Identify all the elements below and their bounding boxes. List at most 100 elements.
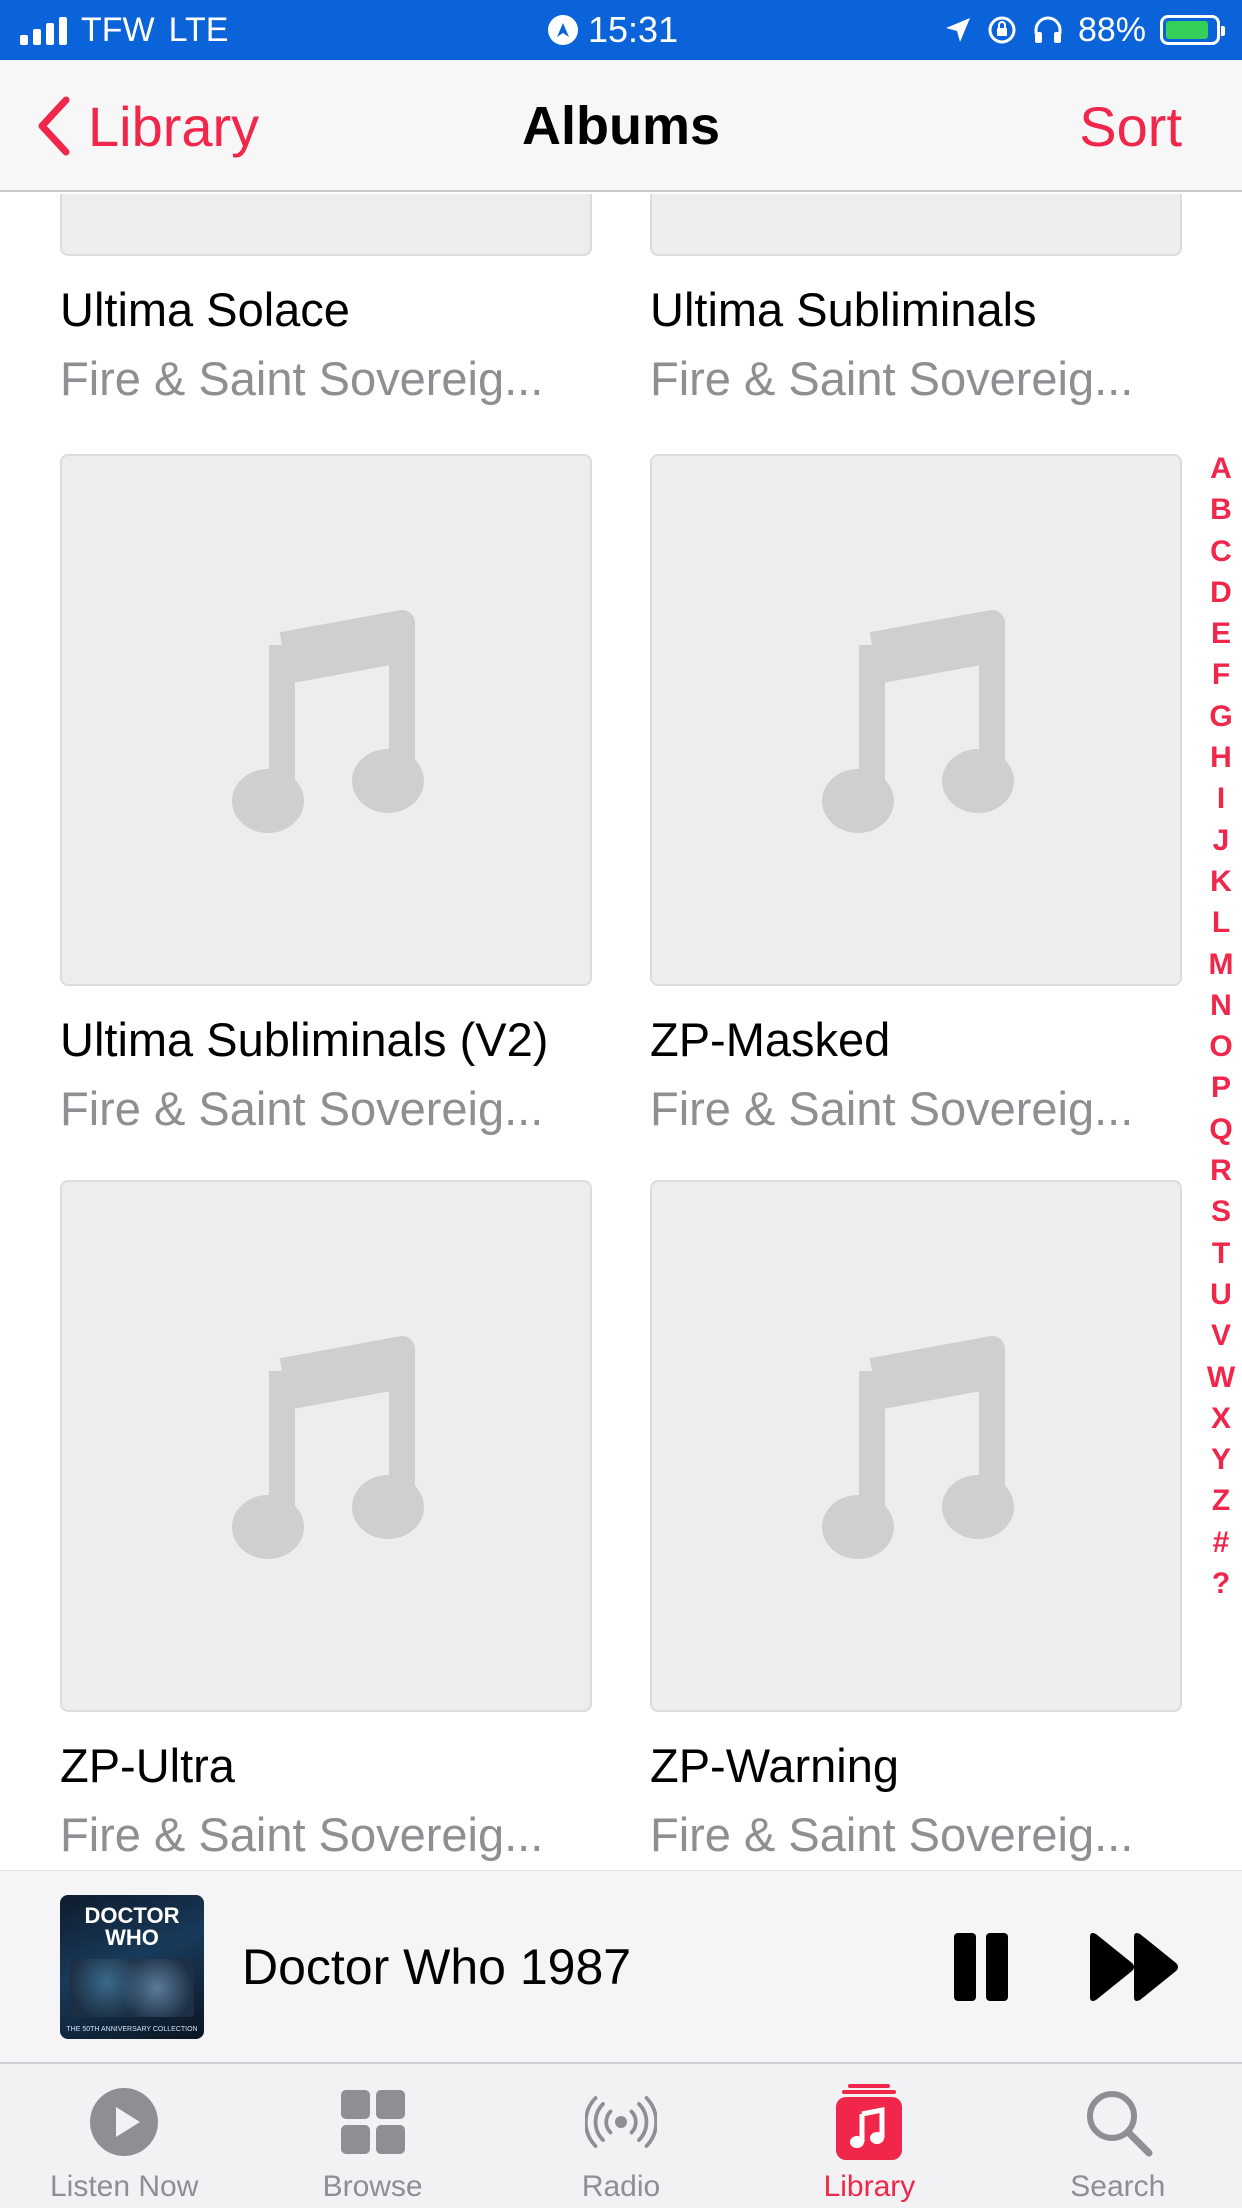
sort-button[interactable]: Sort: [1079, 60, 1182, 192]
status-center: 15:31: [548, 0, 678, 60]
navigation-icon: [548, 15, 578, 45]
music-note-icon: [822, 1336, 1014, 1559]
location-arrow-icon: [945, 18, 970, 42]
index-letter[interactable]: I: [1217, 778, 1225, 819]
artwork-caption: THE 50TH ANNIVERSARY COLLECTION: [66, 2026, 198, 2033]
radio-waves-icon: [585, 2086, 658, 2158]
album-art-placeholder: [650, 194, 1182, 256]
index-letter[interactable]: Q: [1209, 1109, 1232, 1150]
album-item[interactable]: Ultima Subliminals (V2) Fire & Saint Sov…: [60, 454, 592, 1136]
index-letter[interactable]: B: [1210, 489, 1232, 530]
index-letter[interactable]: Y: [1211, 1439, 1231, 1480]
library-music-icon: [833, 2084, 905, 2160]
album-artist: Fire & Saint Sovereig...: [60, 1808, 544, 1861]
index-letter[interactable]: T: [1212, 1233, 1230, 1274]
battery-icon: [1160, 15, 1225, 45]
album-item[interactable]: ZP-Masked Fire & Saint Sovereig...: [650, 454, 1182, 1136]
tab-label: Search: [1070, 2170, 1166, 2203]
index-letter[interactable]: M: [1209, 944, 1234, 985]
tab-radio[interactable]: Radio: [497, 2064, 745, 2208]
chevron-left-icon: [38, 96, 70, 156]
search-icon: [1082, 2086, 1154, 2158]
back-button[interactable]: Library: [36, 60, 259, 192]
battery-percent: 88%: [1077, 10, 1146, 49]
album-artist: Fire & Saint Sovereig...: [650, 352, 1134, 405]
album-art-placeholder: [60, 1180, 592, 1712]
artwork-logo: DOCTOR WHO: [84, 1903, 180, 1950]
index-letter[interactable]: E: [1211, 613, 1231, 654]
signal-icon: [20, 15, 67, 45]
index-letter[interactable]: H: [1210, 737, 1232, 778]
index-letter[interactable]: J: [1213, 820, 1230, 861]
album-item[interactable]: Ultima Solace Fire & Saint Sovereig...: [60, 194, 592, 406]
album-title: ZP-Warning: [650, 1739, 899, 1792]
status-bar: TFW LTE 15:31 88%: [0, 0, 1242, 60]
mini-player[interactable]: DOCTOR WHO THE 50TH ANNIVERSARY COLLECTI…: [0, 1870, 1242, 2062]
tab-library[interactable]: Library: [745, 2064, 993, 2208]
index-letter[interactable]: G: [1209, 696, 1232, 737]
headphones-icon: [1034, 16, 1062, 43]
tab-browse[interactable]: Browse: [248, 2064, 496, 2208]
index-letter[interactable]: R: [1210, 1150, 1232, 1191]
forward-button[interactable]: [1086, 1931, 1182, 2003]
navigation-bar: Library Albums Sort: [0, 60, 1242, 192]
carrier-label: TFW: [81, 10, 155, 49]
index-letter[interactable]: X: [1211, 1398, 1231, 1439]
album-art-placeholder: [650, 454, 1182, 986]
play-circle-icon: [88, 2086, 160, 2158]
status-right: 88%: [944, 0, 1225, 60]
album-artist: Fire & Saint Sovereig...: [650, 1082, 1134, 1135]
index-letter[interactable]: Z: [1212, 1480, 1230, 1521]
pause-icon: [954, 1933, 976, 2001]
album-art-placeholder: [650, 1180, 1182, 1712]
status-time: 15:31: [588, 9, 679, 50]
album-item[interactable]: Ultima Subliminals Fire & Saint Sovereig…: [650, 194, 1182, 406]
index-letter[interactable]: D: [1210, 572, 1232, 613]
album-item[interactable]: ZP-Warning Fire & Saint Sovereig...: [650, 1180, 1182, 1862]
index-letter[interactable]: P: [1211, 1067, 1231, 1108]
music-note-icon: [822, 610, 1014, 833]
tab-search[interactable]: Search: [994, 2064, 1242, 2208]
album-title: ZP-Masked: [650, 1013, 891, 1066]
tab-listen-now[interactable]: Listen Now: [0, 2064, 248, 2208]
index-letter[interactable]: U: [1210, 1274, 1232, 1315]
grid-icon: [337, 2086, 409, 2158]
index-letter[interactable]: K: [1210, 861, 1232, 902]
index-letter[interactable]: O: [1209, 1026, 1232, 1067]
now-playing-title: Doctor Who 1987: [242, 1939, 632, 1995]
index-letter[interactable]: L: [1212, 902, 1230, 943]
album-artist: Fire & Saint Sovereig...: [60, 352, 544, 405]
tab-label: Listen Now: [50, 2170, 199, 2203]
network-label: LTE: [168, 10, 229, 49]
tab-label: Browse: [322, 2170, 423, 2203]
index-letter[interactable]: W: [1207, 1357, 1235, 1398]
back-button-label: Library: [88, 94, 260, 158]
album-item[interactable]: ZP-Ultra Fire & Saint Sovereig...: [60, 1180, 592, 1862]
index-letter[interactable]: F: [1212, 654, 1230, 695]
album-title: Ultima Solace: [60, 283, 350, 336]
index-letter[interactable]: S: [1211, 1191, 1231, 1232]
album-artist: Fire & Saint Sovereig...: [650, 1808, 1134, 1861]
music-note-icon: [232, 1336, 424, 1559]
artwork-image: [70, 1959, 194, 2017]
pause-button[interactable]: [950, 1933, 1012, 2001]
tab-label: Radio: [581, 2170, 661, 2203]
album-title: Ultima Subliminals: [650, 283, 1037, 336]
album-art-placeholder: [60, 454, 592, 986]
now-playing-artwork: DOCTOR WHO THE 50TH ANNIVERSARY COLLECTI…: [60, 1895, 204, 2039]
tab-label: Library: [823, 2170, 916, 2203]
alphabet-index[interactable]: A B C D E F G H I J K L M N O P Q R S T U V W X Y Z #?: [1200, 448, 1242, 1604]
index-letter[interactable]: A: [1210, 448, 1232, 489]
index-letter[interactable]: C: [1210, 531, 1232, 572]
rotation-lock-icon: [988, 16, 1016, 44]
album-artist: Fire & Saint Sovereig...: [60, 1082, 544, 1135]
index-letter[interactable]: N: [1210, 985, 1232, 1026]
tab-bar: Listen Now Browse Radio Library Search: [0, 2062, 1242, 2208]
status-left: TFW LTE: [20, 0, 228, 60]
album-title: ZP-Ultra: [60, 1739, 235, 1792]
index-letter[interactable]: #: [1213, 1522, 1230, 1563]
index-letter[interactable]: V: [1211, 1315, 1231, 1356]
index-letter[interactable]: ?: [1212, 1563, 1230, 1604]
album-art-placeholder: [60, 194, 592, 256]
music-note-icon: [232, 610, 424, 833]
